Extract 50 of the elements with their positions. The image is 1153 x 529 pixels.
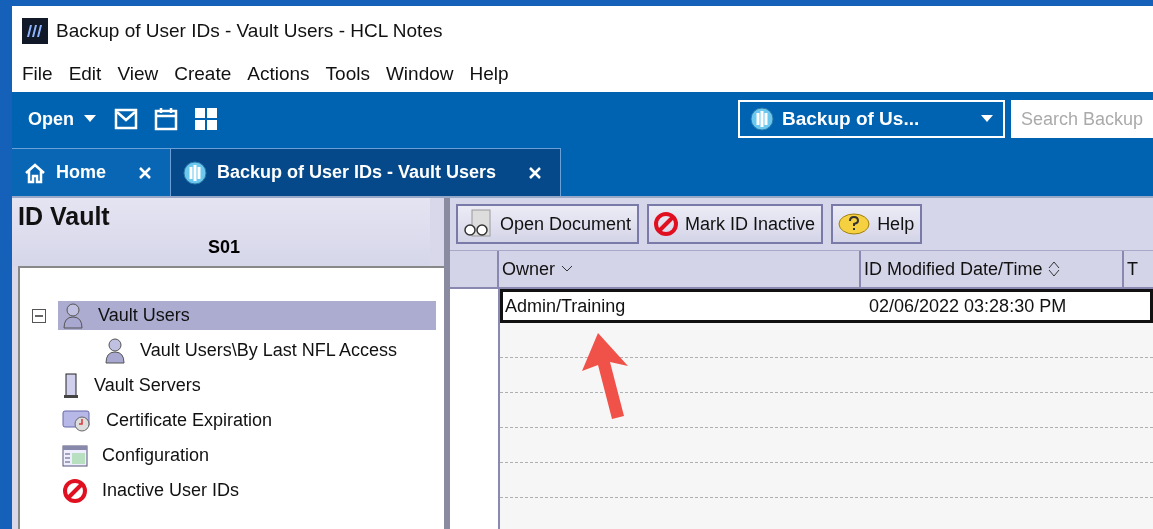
- menu-item[interactable]: File: [14, 63, 61, 85]
- close-icon[interactable]: [138, 165, 152, 180]
- navigator-item[interactable]: Vault Users\By Last NFL Access: [100, 336, 436, 365]
- table-row[interactable]: Admin/Training 02/06/2022 03:28:30 PM: [500, 289, 1153, 323]
- menu-item[interactable]: Actions: [239, 63, 318, 85]
- table-cell-text: 02/06/2022 03:28:30 PM: [868, 295, 1068, 317]
- menu-item[interactable]: Edit: [60, 63, 110, 85]
- navigator-item[interactable]: Inactive User IDs: [58, 476, 436, 505]
- menu-item[interactable]: Window: [377, 63, 462, 85]
- window-title: Backup of User IDs - Vault Users - HCL Notes: [56, 20, 443, 42]
- apps-grid-icon[interactable]: [194, 107, 218, 131]
- navigator-item[interactable]: Vault Users: [58, 301, 436, 330]
- table-cell-text: Admin/Training: [504, 295, 627, 317]
- action-button[interactable]: Help: [831, 204, 923, 244]
- search-field[interactable]: Search Backup: [1011, 100, 1153, 138]
- column-header[interactable]: T: [1122, 251, 1153, 287]
- tab[interactable]: Backup of User IDs - Vault Users: [171, 148, 562, 196]
- caret-icon: [981, 115, 993, 123]
- tab[interactable]: Home: [12, 148, 171, 196]
- column-header[interactable]: Owner: [497, 251, 859, 287]
- prohibited-icon: [653, 211, 680, 237]
- action-button[interactable]: Mark ID Inactive: [647, 204, 824, 244]
- menu-item[interactable]: View: [109, 63, 167, 85]
- action-button[interactable]: Open Document: [456, 204, 640, 244]
- certificate-clock-icon: [62, 409, 92, 432]
- mail-icon[interactable]: [114, 107, 138, 131]
- navigator-item[interactable]: Certificate Expiration: [58, 406, 436, 435]
- person-icon: [62, 302, 84, 329]
- close-icon[interactable]: [528, 165, 543, 180]
- glasses-document-icon: [462, 209, 494, 239]
- database-picker[interactable]: Backup of Us...: [738, 100, 1005, 138]
- calendar-icon[interactable]: [154, 107, 178, 131]
- collapse-toggle[interactable]: [32, 308, 46, 323]
- form-icon: [62, 444, 88, 467]
- server-icon: [62, 372, 80, 399]
- home-icon: [24, 161, 46, 184]
- sort-down-icon: [561, 265, 573, 273]
- app-logo-icon: [22, 18, 48, 44]
- menu-item[interactable]: Create: [166, 63, 240, 85]
- prohibited-icon: [62, 477, 88, 504]
- person-icon: [104, 337, 126, 364]
- navigator-item[interactable]: Vault Servers: [58, 371, 436, 400]
- column-header[interactable]: ID Modified Date/Time: [859, 251, 1122, 287]
- navigator-item[interactable]: Configuration: [58, 441, 436, 470]
- question-icon: [837, 212, 872, 236]
- sort-icon: [1048, 261, 1061, 277]
- open-menu-button[interactable]: Open: [18, 104, 106, 134]
- caret-icon: [84, 115, 96, 123]
- menu-item[interactable]: Tools: [317, 63, 378, 85]
- menu-item[interactable]: Help: [461, 63, 517, 85]
